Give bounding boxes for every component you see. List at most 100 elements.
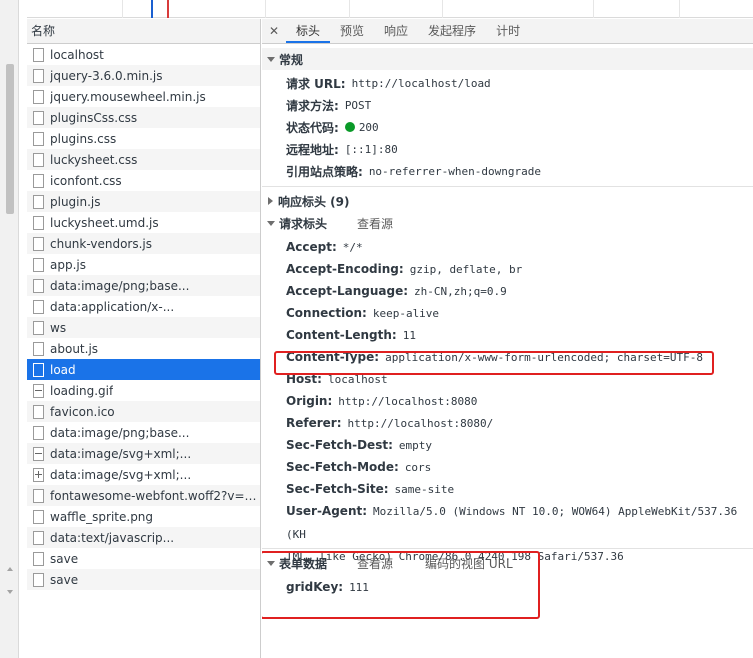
response-headers-section-header[interactable]: 响应标头 (9) [262,190,753,212]
header-key: Origin: [286,394,333,408]
tab-initiator[interactable]: 发起程序 [418,19,486,43]
section-divider [262,186,753,187]
general-section-header[interactable]: 常规 [262,48,753,70]
request-name-label: data:image/svg+xml;... [50,446,192,461]
minus-file-icon [33,383,44,398]
kv-row: 状态代码: 200 [262,116,753,138]
header-key: Sec-Fetch-Mode: [286,460,399,474]
header-value: 11 [402,328,416,342]
request-name-label: data:image/png;base... [50,278,190,293]
request-name-label: loading.gif [50,383,114,398]
load-event-marker [167,0,169,18]
file-icon [33,194,44,209]
request-name-label: plugin.js [50,194,101,209]
tab-headers[interactable]: 标头 [286,19,331,43]
request-list-item[interactable]: waffle_sprite.png [27,506,260,527]
request-list-item[interactable]: jquery.mousewheel.min.js [27,86,260,107]
header-key: 请求 URL: [286,76,346,91]
form-data-highlight-box [262,551,540,619]
request-list-item[interactable]: about.js [27,338,260,359]
request-headers-section-header[interactable]: 请求标头 查看源 [262,212,753,234]
expand-triangle-icon [267,220,275,226]
tab-preview[interactable]: 预览 [330,19,374,43]
scroll-down-arrow-icon[interactable] [7,590,13,594]
request-detail-panel: ✕ 标头 预览 响应 发起程序 计时 常规 请求 URL: http://loca… [262,19,753,658]
request-list-item[interactable]: save [27,569,260,590]
request-list-item[interactable]: pluginsCss.css [27,107,260,128]
header-key: 状态代码: [286,120,339,135]
header-key: Accept: [286,240,337,254]
file-icon [33,47,44,62]
kv-row: 请求方法: POST [262,94,753,116]
request-list-item[interactable]: loading.gif [27,380,260,401]
view-source-link[interactable]: 查看源 [357,215,393,232]
request-list-item[interactable]: plugins.css [27,128,260,149]
request-list-item[interactable]: data:image/svg+xml;... [27,443,260,464]
kv-row: 请求 URL: http://localhost/load [262,72,753,94]
scrollbar-thumb[interactable] [6,64,14,214]
name-column-header[interactable]: 名称 [27,19,260,44]
header-value: same-site [394,482,455,496]
request-list-item[interactable]: data:image/png;base... [27,422,260,443]
header-value: POST [344,98,372,112]
request-name-label: load [50,362,76,377]
file-icon [33,131,44,146]
kv-row: Sec-Fetch-Dest: empty [262,434,753,456]
request-name-label: data:text/javascrip... [50,530,175,545]
request-list-item[interactable]: favicon.ico [27,401,260,422]
general-rows: 请求 URL: http://localhost/load 请求方法: POST 状… [262,70,753,182]
file-icon [33,488,44,503]
request-list-item[interactable]: luckysheet.umd.js [27,212,260,233]
header-value: 200 [358,120,379,134]
status-ok-icon [344,122,355,132]
tab-response[interactable]: 响应 [374,19,418,43]
request-list-item[interactable]: localhost [27,44,260,65]
file-icon [33,320,44,335]
request-name-label: chunk-vendors.js [50,236,153,251]
request-name-label: localhost [50,47,104,62]
left-scrollbar[interactable] [0,0,19,658]
request-name-label: data:application/x-... [50,299,175,314]
header-key: Connection: [286,306,367,320]
header-value: keep-alive [372,306,440,320]
request-list-item[interactable]: chunk-vendors.js [27,233,260,254]
request-name-label: jquery.mousewheel.min.js [50,89,206,104]
file-icon [33,362,44,377]
kv-row: Accept-Language: zh-CN,zh;q=0.9 [262,280,753,302]
request-list-item[interactable]: plugin.js [27,191,260,212]
request-list-item[interactable]: data:image/png;base... [27,275,260,296]
file-icon [33,341,44,356]
kv-row: Accept: */* [262,236,753,258]
request-list-item[interactable]: ws [27,317,260,338]
request-list-item[interactable]: iconfont.css [27,170,260,191]
header-key: Accept-Encoding: [286,262,404,276]
timeline-overview[interactable] [27,0,753,18]
collapse-triangle-icon [268,197,273,205]
header-key: User-Agent: [286,504,368,518]
request-name-label: favicon.ico [50,404,115,419]
request-list-item[interactable]: load [27,359,260,380]
response-headers-title: 响应标头 (9) [278,194,350,209]
request-list-item[interactable]: app.js [27,254,260,275]
request-list-item[interactable]: save [27,548,260,569]
request-list-item[interactable]: luckysheet.css [27,149,260,170]
header-value: zh-CN,zh;q=0.9 [414,284,507,298]
file-icon [33,152,44,167]
header-value: */* [342,240,363,254]
file-icon [33,425,44,440]
scroll-up-arrow-icon[interactable] [7,567,13,571]
file-icon [33,299,44,314]
file-icon [33,572,44,587]
request-list-item[interactable]: fontawesome-webfont.woff2?v=4.7.0 [27,485,260,506]
dom-content-loaded-marker [151,0,153,18]
file-icon [33,278,44,293]
request-list-item[interactable]: data:image/svg+xml;... [27,464,260,485]
request-list-item[interactable]: data:application/x-... [27,296,260,317]
header-key: 远程地址: [286,142,339,157]
request-list-item[interactable]: jquery-3.6.0.min.js [27,65,260,86]
close-icon[interactable]: ✕ [262,19,286,43]
file-icon [33,68,44,83]
header-value: empty [398,438,432,452]
tab-timing[interactable]: 计时 [486,19,530,43]
request-list-item[interactable]: data:text/javascrip... [27,527,260,548]
